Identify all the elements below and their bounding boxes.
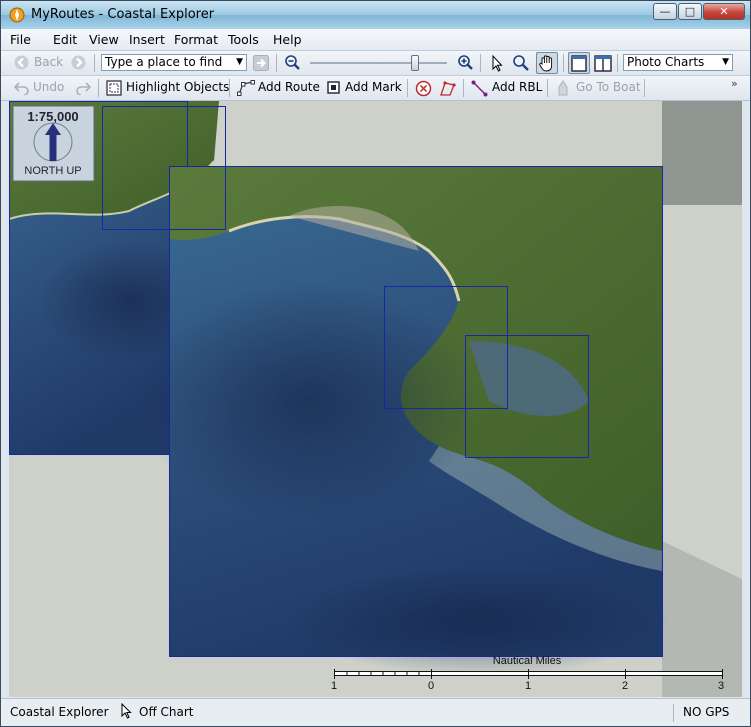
menu-format[interactable]: Format bbox=[174, 32, 218, 47]
highlight-objects-button[interactable]: Highlight Objects bbox=[126, 80, 229, 94]
chart-scale-text: 1:75,000 bbox=[27, 109, 78, 124]
add-rbl-button[interactable]: Add RBL bbox=[492, 80, 542, 94]
scale-tick-label: 2 bbox=[622, 680, 628, 692]
split-pane-button[interactable] bbox=[593, 53, 613, 73]
chart-type-select[interactable]: Photo Charts ▼ bbox=[623, 54, 733, 71]
toolbar-separator bbox=[229, 79, 230, 97]
chart-shadow bbox=[662, 101, 742, 205]
toolbar-separator bbox=[563, 54, 564, 72]
menu-bar: File Edit View Insert Format Tools Help bbox=[1, 29, 750, 51]
app-window: MyRoutes - Coastal Explorer — □ ✕ File E… bbox=[0, 0, 751, 727]
place-search-placeholder: Type a place to find bbox=[105, 55, 223, 69]
menu-tools[interactable]: Tools bbox=[228, 32, 259, 47]
back-icon bbox=[14, 55, 29, 70]
scale-tick-label: 1 bbox=[525, 680, 531, 692]
zoom-slider-track[interactable] bbox=[310, 62, 447, 64]
scale-tick-label: 1 bbox=[331, 680, 337, 692]
split-pane-icon bbox=[594, 55, 612, 72]
pan-tool-button[interactable] bbox=[536, 52, 558, 74]
zoom-in-icon[interactable] bbox=[457, 54, 474, 71]
zoom-tool-button[interactable] bbox=[511, 53, 531, 73]
go-to-boat-button[interactable]: Go To Boat bbox=[576, 80, 641, 94]
menu-view[interactable]: View bbox=[89, 32, 119, 47]
chart-type-value: Photo Charts bbox=[627, 55, 705, 69]
chart-view[interactable]: 1:75,000 NORTH UP Nautical Miles 1 0 1 2… bbox=[9, 101, 742, 697]
single-pane-icon bbox=[571, 55, 587, 72]
app-icon bbox=[9, 7, 25, 23]
scale-tick-label: 0 bbox=[428, 680, 434, 692]
north-up-label: NORTH UP bbox=[24, 165, 81, 177]
zoom-out-icon[interactable] bbox=[284, 54, 301, 71]
toolbar-separator bbox=[94, 54, 95, 72]
minimize-button[interactable]: — bbox=[653, 3, 677, 20]
undo-icon bbox=[14, 82, 29, 95]
toolbar-separator bbox=[644, 79, 645, 97]
pan-hand-icon bbox=[539, 55, 553, 72]
undo-button[interactable]: Undo bbox=[33, 80, 64, 94]
status-app-name: Coastal Explorer bbox=[10, 705, 109, 719]
back-button[interactable]: Back bbox=[34, 55, 63, 69]
photo-chart-main[interactable] bbox=[139, 166, 669, 676]
edit-route-icon[interactable] bbox=[439, 80, 456, 97]
rbl-icon bbox=[471, 80, 488, 97]
status-gps: NO GPS bbox=[683, 705, 730, 719]
menu-edit[interactable]: Edit bbox=[53, 32, 77, 47]
toolbar-separator bbox=[407, 79, 408, 97]
toolbar-overflow-button[interactable]: » bbox=[731, 77, 738, 90]
scale-bar-title: Nautical Miles bbox=[493, 655, 562, 667]
go-icon[interactable] bbox=[253, 55, 269, 71]
maximize-button[interactable]: □ bbox=[678, 3, 702, 20]
add-route-button[interactable]: Add Route bbox=[258, 80, 320, 94]
status-separator bbox=[673, 704, 674, 722]
highlight-icon bbox=[106, 80, 122, 96]
close-button[interactable]: ✕ bbox=[703, 3, 745, 20]
chevron-down-icon[interactable]: ▼ bbox=[722, 55, 729, 70]
single-pane-button[interactable] bbox=[568, 52, 590, 74]
menu-help[interactable]: Help bbox=[273, 32, 302, 47]
toolbar-separator bbox=[98, 79, 99, 97]
chevron-down-icon[interactable]: ▼ bbox=[236, 55, 243, 70]
scale-tick-label: 3 bbox=[718, 680, 724, 692]
status-position: Off Chart bbox=[139, 705, 194, 719]
menu-insert[interactable]: Insert bbox=[129, 32, 165, 47]
cursor-icon bbox=[121, 703, 132, 719]
mark-icon bbox=[327, 81, 340, 94]
boat-icon bbox=[558, 80, 568, 96]
toolbar-separator bbox=[617, 54, 618, 72]
menu-file[interactable]: File bbox=[10, 32, 31, 47]
forward-icon[interactable] bbox=[71, 55, 86, 70]
zoom-slider-thumb[interactable] bbox=[411, 55, 420, 71]
select-icon bbox=[492, 54, 503, 72]
scale-panel[interactable]: 1:75,000 NORTH UP bbox=[12, 105, 95, 182]
window-title: MyRoutes - Coastal Explorer bbox=[31, 7, 215, 22]
zoom-tool-icon bbox=[513, 55, 529, 71]
navigation-toolbar: Back Type a place to find ▼ Photo Charts… bbox=[1, 51, 750, 76]
status-bar: Coastal Explorer Off Chart NO GPS bbox=[1, 698, 750, 726]
chart-canvas[interactable]: 1:75,000 NORTH UP Nautical Miles 1 0 1 2… bbox=[9, 101, 742, 697]
redo-icon[interactable] bbox=[75, 81, 91, 95]
select-tool-button[interactable] bbox=[487, 53, 507, 73]
route-icon bbox=[237, 80, 255, 96]
toolbar-separator bbox=[547, 79, 548, 97]
toolbar-separator bbox=[276, 54, 277, 72]
toolbar-separator bbox=[480, 54, 481, 72]
title-bar[interactable]: MyRoutes - Coastal Explorer — □ ✕ bbox=[1, 1, 750, 29]
toolbar-separator bbox=[463, 79, 464, 97]
delete-icon[interactable] bbox=[415, 80, 432, 97]
edit-toolbar: Undo Highlight Objects Add Route Add Mar… bbox=[1, 76, 750, 101]
place-search-input[interactable]: Type a place to find ▼ bbox=[101, 54, 247, 71]
add-mark-button[interactable]: Add Mark bbox=[345, 80, 402, 94]
